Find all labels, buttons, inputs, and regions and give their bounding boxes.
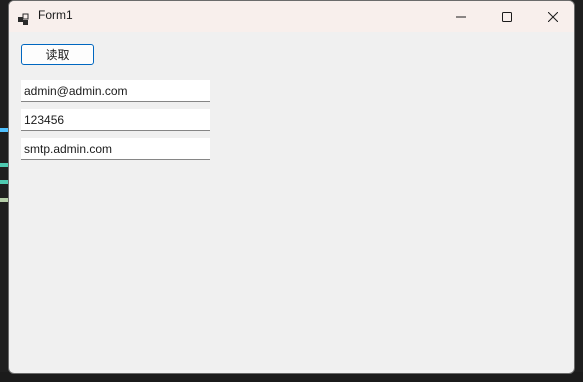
smtp-server-field[interactable]: smtp.admin.com: [21, 138, 210, 160]
close-button[interactable]: [530, 1, 574, 32]
close-icon: [547, 7, 559, 26]
form-window: Form1 读取 admin@admin.com 123456 smtp.adm…: [8, 0, 575, 374]
code-fragment: [0, 163, 8, 167]
title-bar[interactable]: Form1: [9, 1, 574, 32]
minimize-icon: [456, 7, 466, 26]
code-fragment: [0, 198, 8, 202]
minimize-button[interactable]: [438, 1, 484, 32]
read-button[interactable]: 读取: [21, 44, 94, 65]
email-field[interactable]: admin@admin.com: [21, 80, 210, 102]
maximize-button[interactable]: [484, 1, 530, 32]
background-editor-left: [0, 0, 8, 382]
maximize-icon: [502, 7, 512, 26]
code-fragment: [0, 180, 8, 184]
code-fragment: [0, 128, 8, 132]
window-title: Form1: [38, 8, 73, 22]
password-field[interactable]: 123456: [21, 109, 210, 131]
app-icon: [18, 10, 30, 25]
